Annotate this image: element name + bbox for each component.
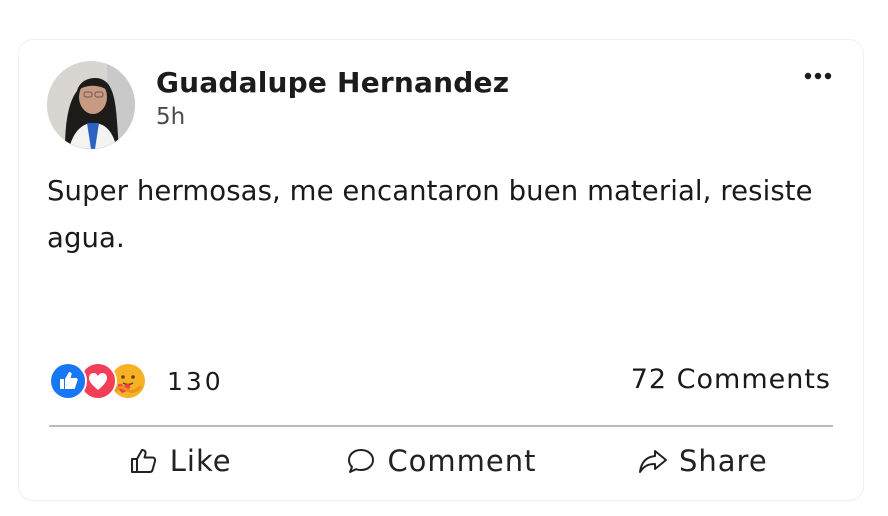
reactions-summary[interactable]: 130 xyxy=(49,362,224,400)
post-text: Super hermosas, me encantaron buen mater… xyxy=(47,175,813,254)
post-timestamp[interactable]: 5h xyxy=(156,104,185,130)
share-label: Share xyxy=(678,444,768,478)
comments-count[interactable]: 72 Comments xyxy=(631,364,831,395)
comment-button[interactable]: Comment xyxy=(310,438,571,484)
reaction-count: 130 xyxy=(167,366,224,396)
more-options-icon[interactable] xyxy=(803,66,833,86)
comment-label: Comment xyxy=(387,444,537,478)
avatar[interactable] xyxy=(47,61,135,149)
post-actions: Like Comment Share xyxy=(49,438,833,484)
post-card: Guadalupe Hernandez 5h Super hermosas, m… xyxy=(19,40,863,500)
like-button[interactable]: Like xyxy=(49,438,310,484)
like-label: Like xyxy=(169,444,232,478)
author-name[interactable]: Guadalupe Hernandez xyxy=(156,66,509,99)
comment-bubble-icon xyxy=(345,445,377,477)
thumbs-up-icon xyxy=(128,445,160,477)
divider xyxy=(49,425,833,427)
share-arrow-icon xyxy=(637,445,669,477)
like-reaction-icon xyxy=(49,362,87,400)
share-button[interactable]: Share xyxy=(572,438,833,484)
